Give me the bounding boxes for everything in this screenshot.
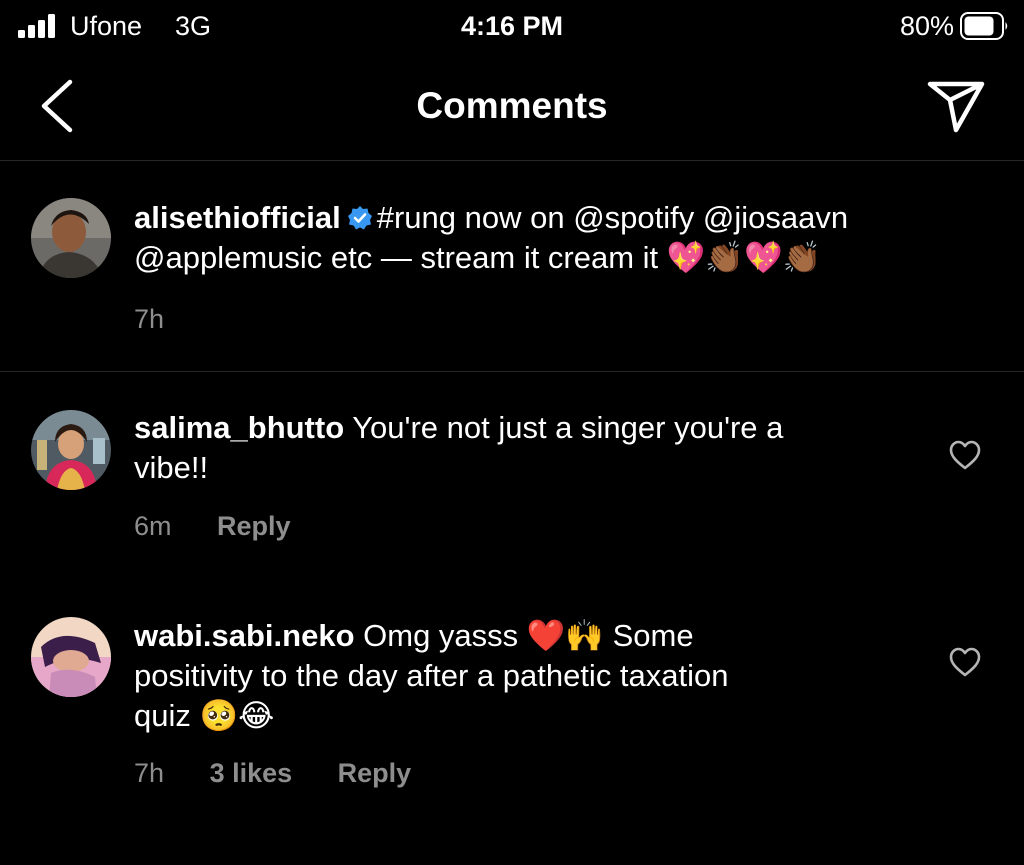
battery-percentage: 80% [899, 11, 954, 41]
reply-button[interactable]: Reply [338, 758, 412, 788]
avatar[interactable] [31, 617, 111, 697]
comment-text: You're not just a singer you're a [352, 410, 784, 445]
comment-text: Omg yasss [363, 618, 519, 653]
comment-meta: 6m Reply [134, 511, 329, 542]
comment-username[interactable]: wabi.sabi.neko [134, 618, 355, 653]
comment-text-continued: Some [612, 618, 694, 653]
caption-text-line2: @applemusic etc — stream it cream it [134, 240, 659, 275]
comment-meta: 7h 3 likes Reply [134, 758, 449, 789]
comment-emojis-end: 🥺😂 [199, 698, 275, 734]
comment-text-block: wabi.sabi.neko Omg yasss ❤️🙌 Some positi… [134, 616, 729, 736]
caption-meta: 7h [134, 304, 202, 335]
caption-text-block: alisethiofficial #rung now on @spotify @j… [134, 198, 848, 278]
status-bar: Ufone 3G 4:16 PM 80% [0, 0, 1024, 56]
caption-emojis: 💖👏🏾💖👏🏾 [666, 240, 822, 276]
status-time: 4:16 PM [460, 11, 564, 41]
nav-bar: Comments [0, 56, 1024, 161]
post-caption: alisethiofficial #rung now on @spotify @j… [0, 161, 1024, 372]
paper-plane-icon[interactable] [926, 76, 986, 134]
comment-emojis-inline: ❤️🙌 [526, 618, 604, 654]
comment-text-line2: positivity to the day after a pathetic t… [134, 658, 729, 693]
reply-button[interactable]: Reply [217, 511, 291, 541]
caption-timestamp: 7h [134, 304, 165, 334]
battery-icon [960, 12, 1008, 40]
avatar[interactable] [31, 198, 111, 278]
avatar[interactable] [31, 410, 111, 490]
verified-badge-icon [347, 206, 372, 230]
comment-username[interactable]: salima_bhutto [134, 410, 344, 445]
comment-text-line2: vibe!! [134, 450, 209, 485]
likes-count[interactable]: 3 likes [210, 758, 293, 788]
comment-timestamp: 7h [134, 758, 165, 788]
comment-timestamp: 6m [134, 511, 172, 541]
comment-text-line3: quiz [134, 698, 191, 733]
caption-text: #rung now on @spotify @jiosaavn [376, 200, 849, 235]
like-heart-icon[interactable] [948, 439, 982, 471]
page-title: Comments [416, 85, 608, 126]
like-heart-icon[interactable] [948, 646, 982, 678]
comment-text-block: salima_bhutto You're not just a singer y… [134, 408, 783, 488]
caption-username[interactable]: alisethiofficial [134, 200, 341, 235]
